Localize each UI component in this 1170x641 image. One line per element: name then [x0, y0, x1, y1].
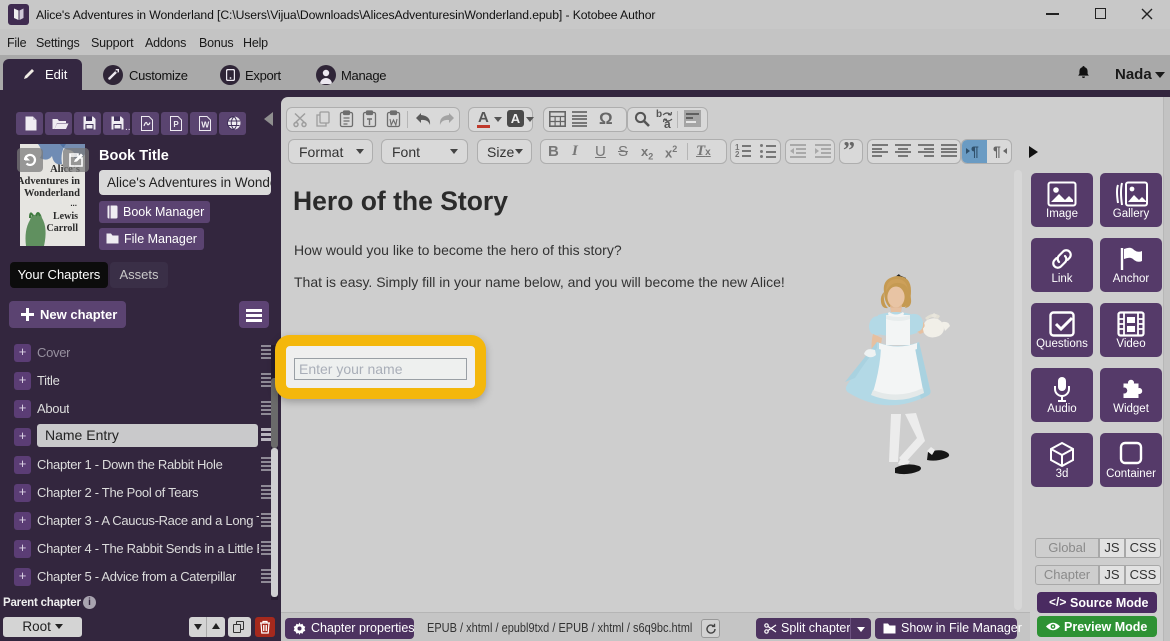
svg-text:P: P [173, 120, 179, 129]
svg-text:...: ... [70, 199, 77, 208]
svg-text:Wonderland: Wonderland [24, 188, 80, 199]
svg-text:Carroll: Carroll [47, 223, 79, 234]
svg-text:W: W [201, 120, 210, 130]
svg-text:Adventures in: Adventures in [20, 176, 80, 187]
svg-text:Lewis: Lewis [53, 211, 78, 222]
